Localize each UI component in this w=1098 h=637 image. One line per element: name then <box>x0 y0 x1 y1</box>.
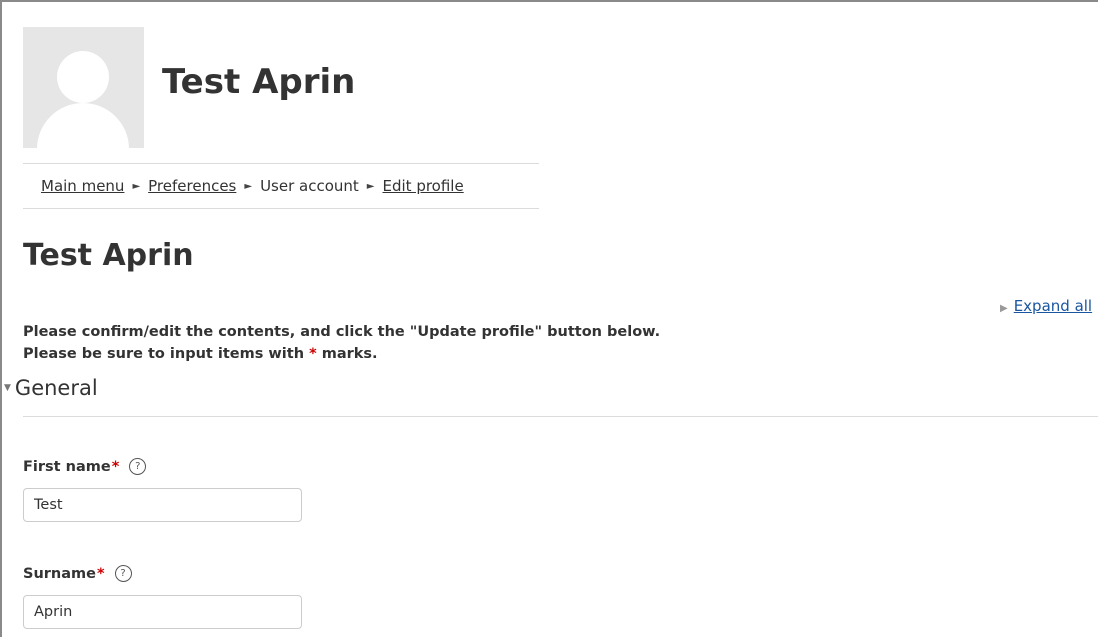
expand-triangle-icon: ▶ <box>1000 303 1008 314</box>
avatar-body <box>37 103 129 148</box>
section-divider <box>23 416 1098 417</box>
page-title: Test Aprin <box>23 238 194 273</box>
breadcrumb-separator-icon: ► <box>366 180 375 192</box>
instruction-line-2-after: marks. <box>316 346 378 362</box>
help-icon[interactable]: ? <box>114 565 132 582</box>
breadcrumb-separator-icon: ► <box>132 180 141 192</box>
instruction-line-2: Please be sure to input items with * mar… <box>23 343 660 365</box>
window-border-left <box>0 0 2 637</box>
expand-all-link[interactable]: Expand all <box>1014 297 1092 315</box>
required-star: * <box>111 458 120 475</box>
section-general-header[interactable]: ▼ General <box>4 376 98 400</box>
collapse-caret-icon: ▼ <box>4 383 11 393</box>
breadcrumb: Main menu ► Preferences ► User account ►… <box>23 163 539 209</box>
instructions: Please confirm/edit the contents, and cl… <box>23 321 660 365</box>
avatar <box>23 27 144 148</box>
surname-label-text: Surname <box>23 565 96 582</box>
first-name-label-text: First name <box>23 458 111 475</box>
breadcrumb-preferences[interactable]: Preferences <box>148 177 236 195</box>
avatar-head <box>57 51 109 103</box>
first-name-label: First name * ? <box>23 458 147 475</box>
surname-input[interactable] <box>23 595 302 629</box>
breadcrumb-edit-profile[interactable]: Edit profile <box>383 177 464 195</box>
first-name-input[interactable] <box>23 488 302 522</box>
profile-name: Test Aprin <box>162 62 356 102</box>
breadcrumb-main-menu[interactable]: Main menu <box>41 177 124 195</box>
required-star: * <box>309 346 317 362</box>
breadcrumb-separator-icon: ► <box>244 180 253 192</box>
breadcrumb-user-account: User account <box>260 177 359 195</box>
window-border-top <box>0 0 1098 2</box>
section-title: General <box>14 376 98 400</box>
surname-label: Surname * ? <box>23 565 132 582</box>
instruction-line-1: Please confirm/edit the contents, and cl… <box>23 324 661 340</box>
help-icon[interactable]: ? <box>129 458 147 475</box>
instruction-line-2-before: Please be sure to input items with <box>23 346 310 362</box>
required-star: * <box>96 565 105 582</box>
expand-all-control[interactable]: ▶ Expand all <box>1000 297 1092 315</box>
